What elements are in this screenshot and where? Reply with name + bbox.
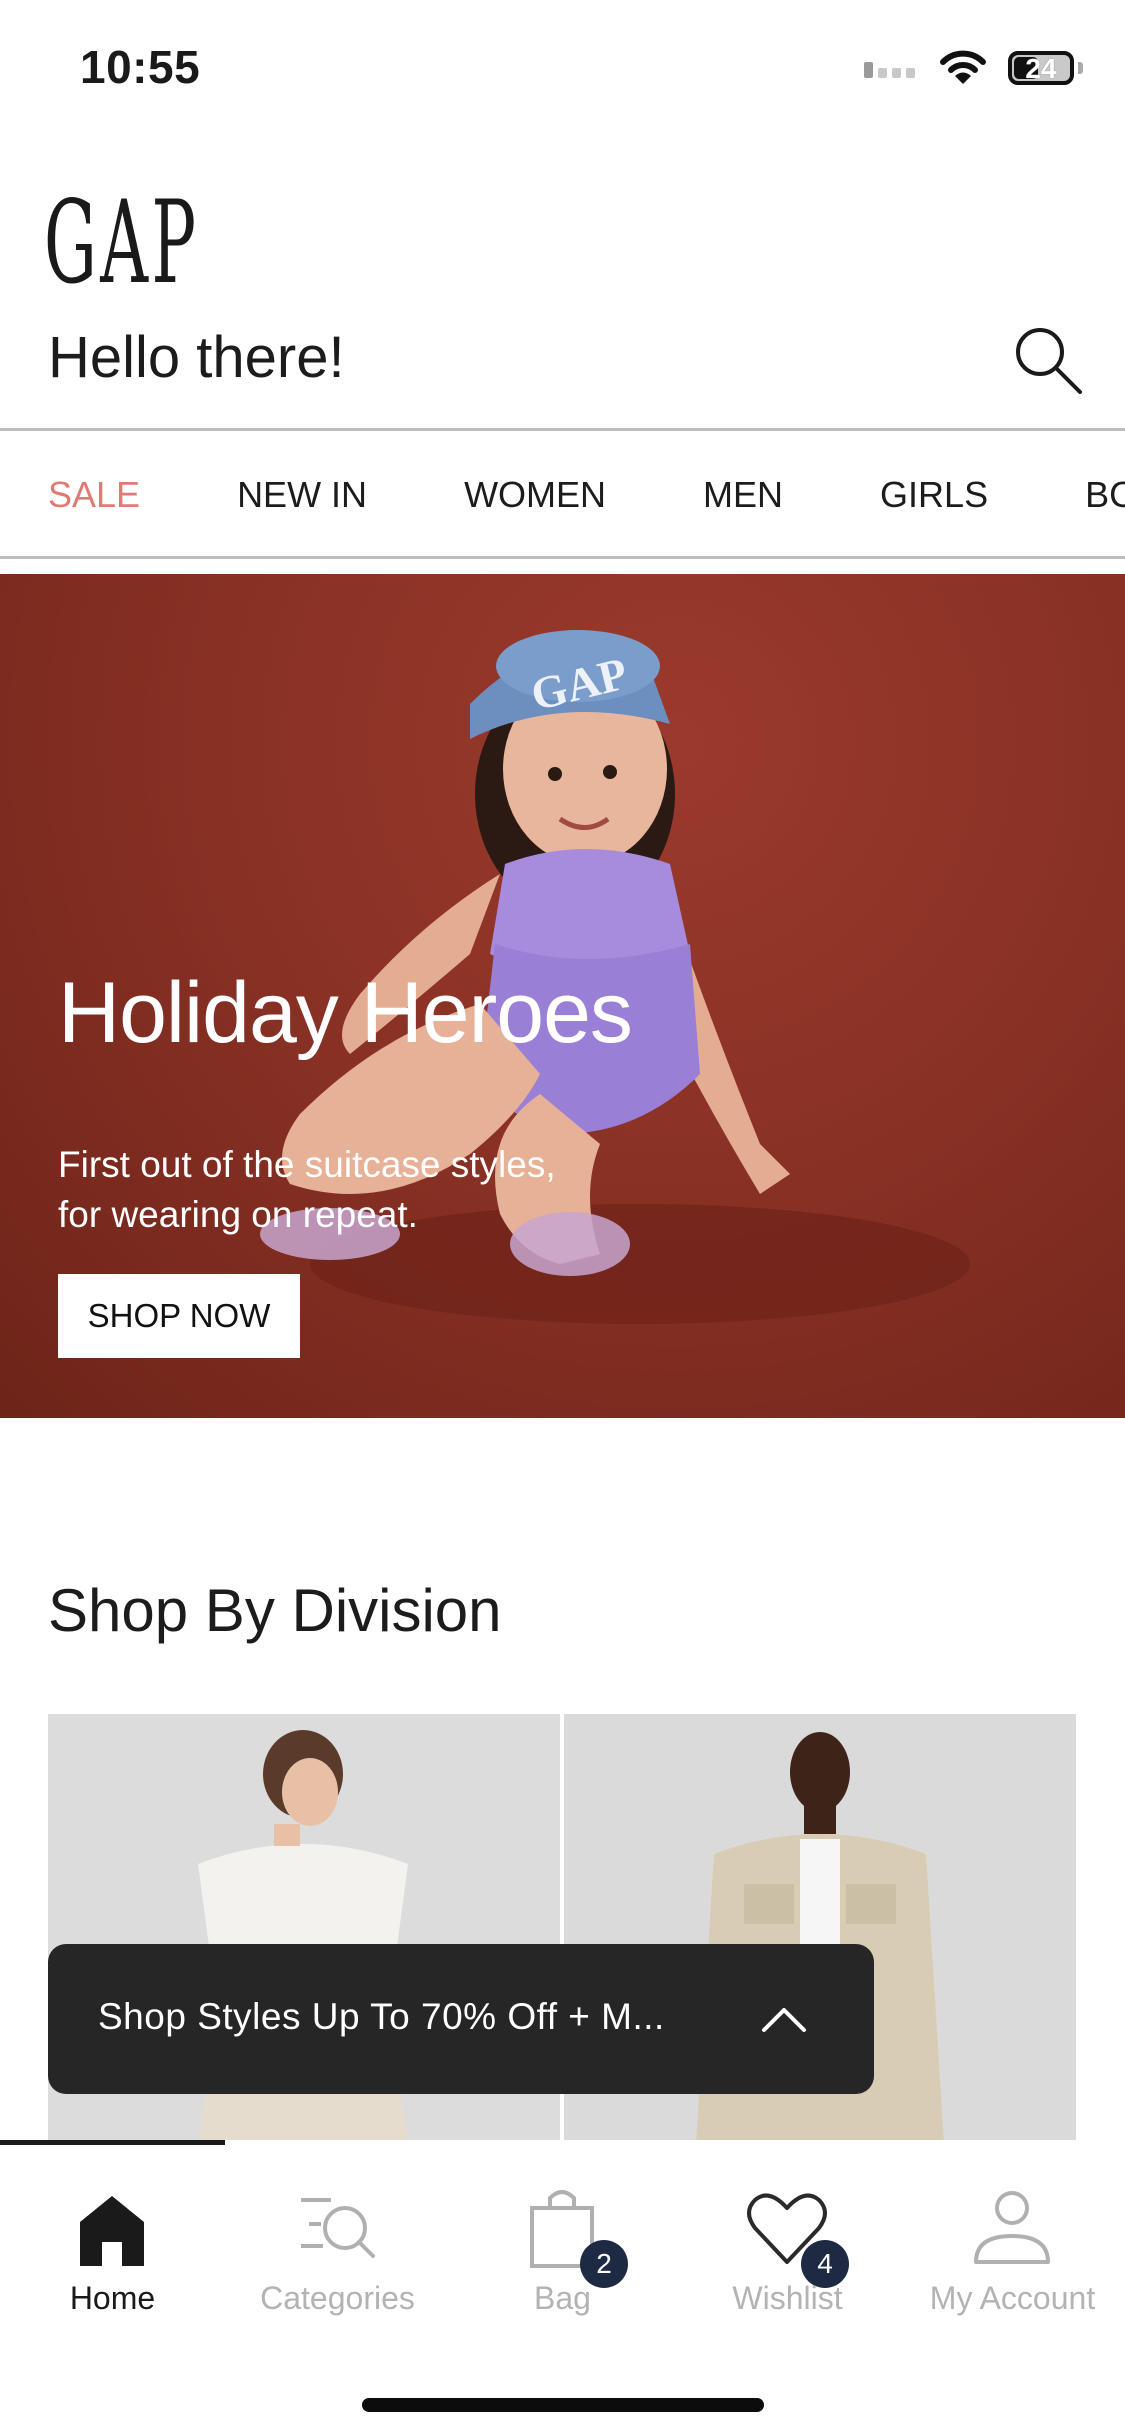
promo-expand-button[interactable] (744, 1980, 824, 2060)
tab-home[interactable]: Home (0, 2140, 225, 2340)
nav-item-new-in[interactable]: NEW IN (237, 474, 367, 516)
category-nav: SALE NEW IN WOMEN MEN GIRLS BC (0, 434, 1125, 556)
tab-bag-label: Bag (534, 2280, 591, 2316)
nav-divider (0, 556, 1125, 559)
tab-bag[interactable]: 2 Bag (450, 2140, 675, 2340)
greeting-text: Hello there! (48, 325, 345, 390)
wifi-icon (940, 50, 986, 84)
home-indicator (362, 2398, 764, 2412)
tab-my-account[interactable]: My Account (900, 2140, 1125, 2340)
nav-item-men[interactable]: MEN (703, 474, 783, 516)
categories-icon (301, 2198, 375, 2258)
tab-categories-label: Categories (260, 2280, 415, 2316)
battery-nub (1078, 62, 1083, 74)
home-icon (80, 2196, 144, 2266)
status-time: 10:55 (80, 41, 201, 93)
promo-banner[interactable]: Shop Styles Up To 70% Off + M... (48, 1944, 874, 2094)
section-title-shop-by-division: Shop By Division (48, 1577, 502, 1644)
header-divider (0, 428, 1125, 431)
status-icons: 24 (864, 50, 1083, 86)
nav-item-boys[interactable]: BC (1085, 474, 1125, 516)
nav-item-women[interactable]: WOMEN (464, 474, 606, 516)
hero-subtitle: First out of the suitcase styles, for we… (58, 1140, 698, 1240)
bottom-tab-bar: Home Categories 2 Bag 4 Wishlist My Acco… (0, 2140, 1125, 2436)
battery-level: 24 (1025, 53, 1057, 84)
tab-home-label: Home (69, 2280, 156, 2316)
cellular-signal-icon (864, 62, 915, 78)
account-icon (974, 2191, 1050, 2264)
hero-banner[interactable]: GAP Holiday Heroes First out of the suit… (0, 574, 1125, 1418)
hero-subtitle-line2: for wearing on repeat. (58, 1194, 418, 1235)
nav-item-girls[interactable]: GIRLS (880, 474, 988, 516)
tab-categories[interactable]: Categories (225, 2140, 450, 2340)
hero-title: Holiday Heroes (58, 965, 633, 1061)
gap-logo[interactable]: GAP (44, 186, 200, 300)
battery-icon: 24 (1008, 51, 1074, 85)
chevron-up-icon (762, 2008, 806, 2032)
tab-wishlist[interactable]: 4 Wishlist (675, 2140, 900, 2340)
hero-subtitle-line1: First out of the suitcase styles, (58, 1144, 556, 1185)
search-icon (1016, 328, 1082, 394)
nav-item-sale[interactable]: SALE (48, 474, 140, 516)
search-button[interactable] (1010, 322, 1086, 398)
tab-my-account-label: My Account (929, 2280, 1096, 2316)
shop-now-button[interactable]: SHOP NOW (58, 1274, 300, 1358)
promo-text: Shop Styles Up To 70% Off + M... (98, 1996, 665, 2037)
tab-wishlist-label: Wishlist (732, 2280, 843, 2316)
